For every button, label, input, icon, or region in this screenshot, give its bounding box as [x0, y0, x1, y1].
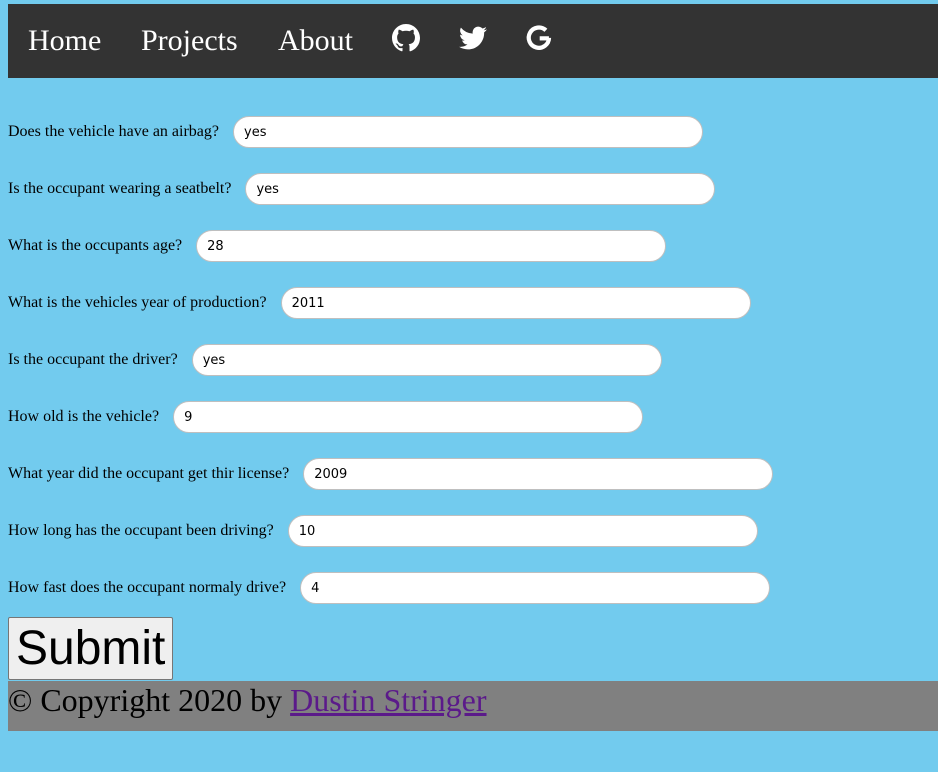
- license-year-input[interactable]: [303, 458, 774, 490]
- is-driver-label: Is the occupant the driver?: [8, 351, 178, 368]
- field-occupant-age: What is the occupants age?: [8, 227, 667, 265]
- license-year-label: What year did the occupant get thir lice…: [8, 465, 290, 482]
- github-icon[interactable]: [392, 24, 424, 56]
- is-driver-input[interactable]: [191, 344, 662, 376]
- navbar: Home Projects About: [8, 4, 938, 78]
- field-airbag: Does the vehicle have an airbag?: [8, 113, 704, 151]
- driving-speed-input[interactable]: [300, 572, 771, 604]
- vehicle-year-label: What is the vehicles year of production?: [8, 294, 267, 311]
- vehicle-age-label: How old is the vehicle?: [8, 408, 160, 425]
- field-vehicle-year: What is the vehicles year of production?: [8, 284, 751, 322]
- driving-speed-label: How fast does the occupant normaly drive…: [8, 579, 287, 596]
- seatbelt-input[interactable]: [245, 173, 716, 205]
- vehicle-age-input[interactable]: [173, 401, 644, 433]
- field-is-driver: Is the occupant the driver?: [8, 341, 662, 379]
- field-vehicle-age: How old is the vehicle?: [8, 398, 644, 436]
- airbag-input[interactable]: [233, 116, 704, 148]
- seatbelt-label: Is the occupant wearing a seatbelt?: [8, 180, 232, 197]
- twitter-icon[interactable]: [459, 24, 491, 56]
- vehicle-year-input[interactable]: [280, 287, 751, 319]
- submit-button[interactable]: Submit: [8, 617, 174, 680]
- occupant-age-label: What is the occupants age?: [8, 237, 183, 254]
- driving-years-label: How long has the occupant been driving?: [8, 522, 274, 539]
- field-seatbelt: Is the occupant wearing a seatbelt?: [8, 170, 716, 208]
- field-driving-speed: How fast does the occupant normaly drive…: [8, 569, 771, 607]
- nav-home-link[interactable]: Home: [28, 24, 101, 58]
- footer: © Copyright 2020 by Dustin Stringer: [8, 681, 938, 731]
- field-driving-years: How long has the occupant been driving?: [8, 512, 758, 550]
- field-license-year: What year did the occupant get thir lice…: [8, 455, 774, 493]
- airbag-label: Does the vehicle have an airbag?: [8, 123, 220, 140]
- nav-projects-link[interactable]: Projects: [141, 24, 238, 58]
- google-icon[interactable]: [525, 24, 557, 56]
- occupant-age-input[interactable]: [196, 230, 667, 262]
- author-link[interactable]: Dustin Stringer: [290, 682, 486, 718]
- copyright-text: © Copyright 2020 by: [8, 682, 291, 718]
- driving-years-input[interactable]: [287, 515, 758, 547]
- nav-about-link[interactable]: About: [278, 24, 353, 58]
